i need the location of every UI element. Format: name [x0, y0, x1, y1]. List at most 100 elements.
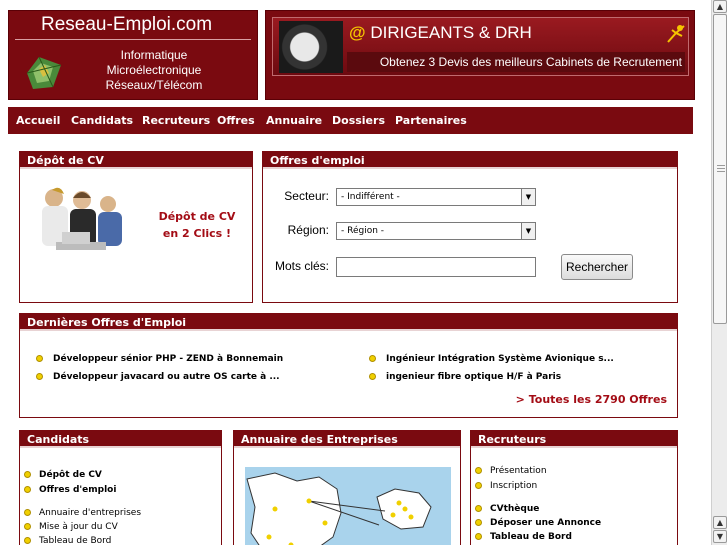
people-computer-image[interactable]: [26, 184, 129, 264]
region-label: Région:: [287, 223, 329, 237]
person-icon: [667, 25, 685, 43]
title-divider: [15, 39, 251, 40]
nav-item-annuaire[interactable]: Annuaire: [266, 107, 322, 134]
globe-icon: [26, 56, 62, 89]
recruteurs-item[interactable]: Présentation: [475, 466, 547, 476]
candidats-item[interactable]: Mise à jour du CV: [24, 522, 118, 532]
bullet-icon: [475, 467, 482, 474]
banner-subtitle: Obtenez 3 Devis des meilleurs Cabinets d…: [347, 52, 685, 72]
site-subtitle: Informatique Microélectronique Réseaux/T…: [69, 48, 239, 93]
annuaire-title: Annuaire des Entreprises: [234, 431, 460, 448]
banner-at-sign: @: [349, 23, 366, 42]
bullet-icon: [369, 355, 376, 362]
grip-line: [717, 171, 725, 172]
bullet-icon: [36, 355, 43, 362]
recruteurs-item-label: Présentation: [490, 466, 547, 476]
recruteurs-item[interactable]: Déposer une Annonce: [475, 518, 601, 528]
bullet-icon: [36, 373, 43, 380]
candidats-item-label: Dépôt de CV: [39, 470, 102, 480]
depot-cv-link-line: Dépôt de CV: [158, 210, 236, 223]
recruteurs-box: Recruteurs Présentation Inscription CVth…: [470, 430, 678, 545]
nav-item-dossiers[interactable]: Dossiers: [332, 107, 385, 134]
candidats-item-label: Tableau de Bord: [39, 536, 112, 545]
depot-cv-link[interactable]: Dépôt de CV en 2 Clics !: [152, 208, 242, 242]
recruteurs-item-label: CVthèque: [490, 504, 540, 514]
region-select[interactable]: - Région - ▼: [336, 222, 536, 240]
candidats-item-label: Offres d'emploi: [39, 485, 117, 495]
secteur-value: - Indifférent -: [341, 192, 400, 202]
banner-title: @ DIRIGEANTS & DRH: [349, 23, 532, 43]
chevron-down-icon: ▼: [521, 189, 535, 205]
search-button[interactable]: Rechercher: [561, 254, 633, 280]
bullet-icon: [475, 505, 482, 512]
site-title[interactable]: Reseau-Emploi.com: [41, 14, 212, 36]
subtitle-line: Microélectronique: [106, 63, 202, 77]
scroll-up-icon[interactable]: ▲: [713, 0, 727, 13]
offer-link[interactable]: Développeur sénior PHP - ZEND à Bonnemai…: [36, 354, 283, 364]
scrollbar-thumb[interactable]: [713, 14, 727, 324]
bullet-icon: [475, 533, 482, 540]
candidats-item-label: Mise à jour du CV: [39, 522, 118, 532]
recruteurs-item[interactable]: CVthèque: [475, 504, 539, 514]
recruteurs-title: Recruteurs: [471, 431, 677, 448]
offer-link[interactable]: Ingénieur Intégration Système Avionique …: [369, 354, 614, 364]
grip-line: [717, 165, 725, 166]
offer-link[interactable]: Développeur javacard ou autre OS carte à…: [36, 372, 280, 382]
vertical-scrollbar[interactable]: ▲ ▲ ▼: [711, 0, 727, 545]
all-offers-link[interactable]: > Toutes les 2790 Offres: [516, 393, 667, 406]
depot-cv-title: Dépôt de CV: [20, 152, 252, 169]
bullet-icon: [24, 509, 31, 516]
offer-title: Développeur sénior PHP - ZEND à Bonnemai…: [53, 354, 284, 364]
keywords-label: Mots clés:: [274, 259, 329, 273]
bullet-icon: [475, 519, 482, 526]
nav-item-offres[interactable]: Offres: [217, 107, 255, 134]
offer-title: ingenieur fibre optique H/F à Paris: [386, 372, 562, 382]
subtitle-line: Informatique: [120, 48, 188, 62]
offer-link[interactable]: ingenieur fibre optique H/F à Paris: [369, 372, 561, 382]
scroll-up-icon[interactable]: ▲: [713, 516, 727, 529]
region-value: - Région -: [341, 226, 385, 236]
subtitle-line: Réseaux/Télécom: [105, 78, 203, 92]
candidats-item[interactable]: Dépôt de CV: [24, 470, 102, 480]
secteur-label: Secteur:: [284, 189, 329, 203]
depot-cv-box: Dépôt de CV Dépôt de CV en 2 Clics !: [19, 151, 253, 303]
nav-item-accueil[interactable]: Accueil: [16, 107, 60, 134]
latest-offers-title: Dernières Offres d'Emploi: [20, 314, 677, 331]
grip-line: [717, 168, 725, 169]
recruteurs-item[interactable]: Tableau de Bord: [475, 532, 572, 542]
magnifier-photo: [279, 21, 343, 73]
main-nav: Accueil Candidats Recruteurs Offres Annu…: [8, 107, 693, 134]
nav-item-partenaires[interactable]: Partenaires: [395, 107, 467, 134]
candidats-box: Candidats Dépôt de CV Offres d'emploi An…: [19, 430, 222, 545]
bullet-icon: [369, 373, 376, 380]
bullet-icon: [24, 486, 31, 493]
bullet-icon: [24, 537, 31, 544]
header-ad: @ DIRIGEANTS & DRH Obtenez 3 Devis des m…: [265, 10, 695, 100]
map-icon: [246, 472, 432, 545]
chevron-down-icon: ▼: [521, 223, 535, 239]
nav-item-recruteurs[interactable]: Recruteurs: [142, 107, 210, 134]
candidats-item[interactable]: Offres d'emploi: [24, 485, 116, 495]
ad-banner[interactable]: @ DIRIGEANTS & DRH Obtenez 3 Devis des m…: [272, 17, 689, 76]
keywords-input[interactable]: [336, 257, 536, 277]
candidats-title: Candidats: [20, 431, 221, 448]
nav-item-candidats[interactable]: Candidats: [71, 107, 133, 134]
bullet-icon: [24, 471, 31, 478]
depot-cv-link-line: en 2 Clics !: [162, 227, 232, 240]
bullet-icon: [475, 482, 482, 489]
latest-offers-box: Dernières Offres d'Emploi Développeur sé…: [19, 313, 678, 418]
candidats-item[interactable]: Tableau de Bord: [24, 536, 111, 545]
scroll-down-icon[interactable]: ▼: [713, 530, 727, 543]
recruteurs-item[interactable]: Inscription: [475, 481, 537, 491]
offres-search-box: Offres d'emploi Secteur: - Indifférent -…: [262, 151, 678, 303]
secteur-select[interactable]: - Indifférent - ▼: [336, 188, 536, 206]
banner-title-text: DIRIGEANTS & DRH: [370, 23, 532, 42]
candidats-item[interactable]: Annuaire d'entreprises: [24, 508, 141, 518]
recruteurs-item-label: Inscription: [490, 481, 538, 491]
offer-title: Développeur javacard ou autre OS carte à…: [53, 372, 280, 382]
offres-search-title: Offres d'emploi: [263, 152, 677, 169]
page: Reseau-Emploi.com Informatique Microélec…: [0, 0, 711, 545]
candidats-item-label: Annuaire d'entreprises: [39, 508, 142, 518]
site-header-logo[interactable]: Reseau-Emploi.com Informatique Microélec…: [8, 10, 258, 100]
france-map[interactable]: [245, 467, 451, 545]
